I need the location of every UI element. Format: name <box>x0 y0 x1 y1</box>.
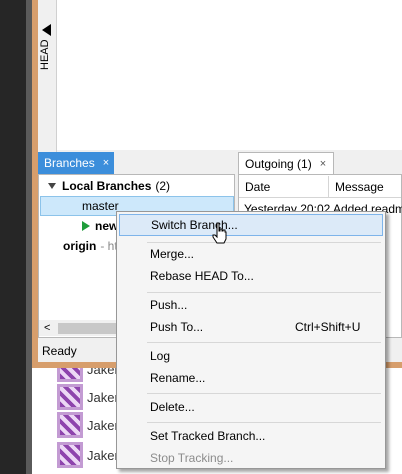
menu-separator <box>147 393 381 394</box>
tree-node-origin[interactable]: origin - ht <box>63 236 118 256</box>
menu-item-merge[interactable]: Merge... <box>119 243 383 265</box>
branch-master-label: master <box>82 199 119 213</box>
menu-item-label: Stop Tracking... <box>150 451 234 465</box>
status-text: Ready <box>42 344 77 358</box>
history-row[interactable]: Jaker <box>57 384 119 410</box>
scrollbar-thumb[interactable] <box>58 323 118 334</box>
history-row[interactable]: Jaker <box>57 412 119 438</box>
menu-item-label: Push... <box>150 298 188 312</box>
menu-separator <box>147 292 381 293</box>
menu-item-label: Delete... <box>150 400 195 414</box>
close-icon[interactable]: × <box>320 158 326 170</box>
tab-branches[interactable]: Branches × <box>38 152 114 174</box>
expand-icon[interactable] <box>48 183 56 189</box>
menu-item-label: Push To... <box>150 320 204 334</box>
background-dark-area <box>0 0 26 474</box>
local-branches-count: (2) <box>155 179 171 193</box>
menu-item-label: Log <box>150 349 171 363</box>
menu-item-rebase-head[interactable]: Rebase HEAD To... <box>119 265 383 287</box>
menu-item-set-tracked-branch[interactable]: Set Tracked Branch... <box>119 425 383 447</box>
menu-item-label: Rebase HEAD To... <box>150 269 254 283</box>
author-name: Jaker <box>87 417 119 433</box>
author-name: Jaker <box>87 447 119 463</box>
menu-item-push-to[interactable]: Push To... Ctrl+Shift+U <box>119 316 383 338</box>
menu-item-switch-branch[interactable]: Switch Branch... <box>119 214 383 236</box>
avatar <box>57 384 83 410</box>
close-icon[interactable]: × <box>103 157 109 169</box>
branch-new-label: new <box>95 219 119 233</box>
column-date-label: Date <box>245 179 271 194</box>
tab-outgoing-label: Outgoing (1) <box>245 156 312 171</box>
scroll-left-icon[interactable]: < <box>44 322 50 334</box>
avatar <box>57 412 83 438</box>
hand-cursor-icon <box>212 222 227 244</box>
menu-item-label: Set Tracked Branch... <box>150 429 266 443</box>
tree-node-new-branch[interactable]: new <box>82 216 118 236</box>
menu-item-stop-tracking[interactable]: Stop Tracking... <box>119 447 383 469</box>
head-arrow-icon <box>42 24 51 36</box>
column-message-label: Message <box>335 179 384 194</box>
menu-separator <box>147 342 381 343</box>
graph-pane[interactable] <box>57 0 402 150</box>
avatar <box>57 442 83 468</box>
menu-item-label: Merge... <box>150 247 195 261</box>
tab-outgoing[interactable]: Outgoing (1) × <box>238 152 334 174</box>
remote-origin-label: origin <box>63 239 97 253</box>
menu-item-delete[interactable]: Delete... <box>119 396 383 418</box>
menu-separator <box>147 422 381 423</box>
author-name: Jaker <box>87 389 119 405</box>
current-branch-icon <box>82 221 90 231</box>
head-strip <box>38 0 57 152</box>
menu-item-push[interactable]: Push... <box>119 294 383 316</box>
branch-context-menu: Switch Branch... Merge... Rebase HEAD To… <box>116 211 386 469</box>
history-row[interactable]: Jaker <box>57 442 119 468</box>
menu-shortcut: Ctrl+Shift+U <box>295 320 361 334</box>
local-branches-label: Local Branches <box>62 179 152 193</box>
column-header-message[interactable]: Message <box>329 176 401 198</box>
tab-branches-label: Branches <box>44 156 95 170</box>
tree-node-local-branches[interactable]: Local Branches (2) <box>48 176 170 196</box>
menu-item-label: Rename... <box>150 371 206 385</box>
menu-item-rename[interactable]: Rename... <box>119 367 383 389</box>
head-label: HEAD <box>39 39 51 70</box>
column-header-date[interactable]: Date <box>239 176 329 198</box>
menu-item-log[interactable]: Log <box>119 345 383 367</box>
